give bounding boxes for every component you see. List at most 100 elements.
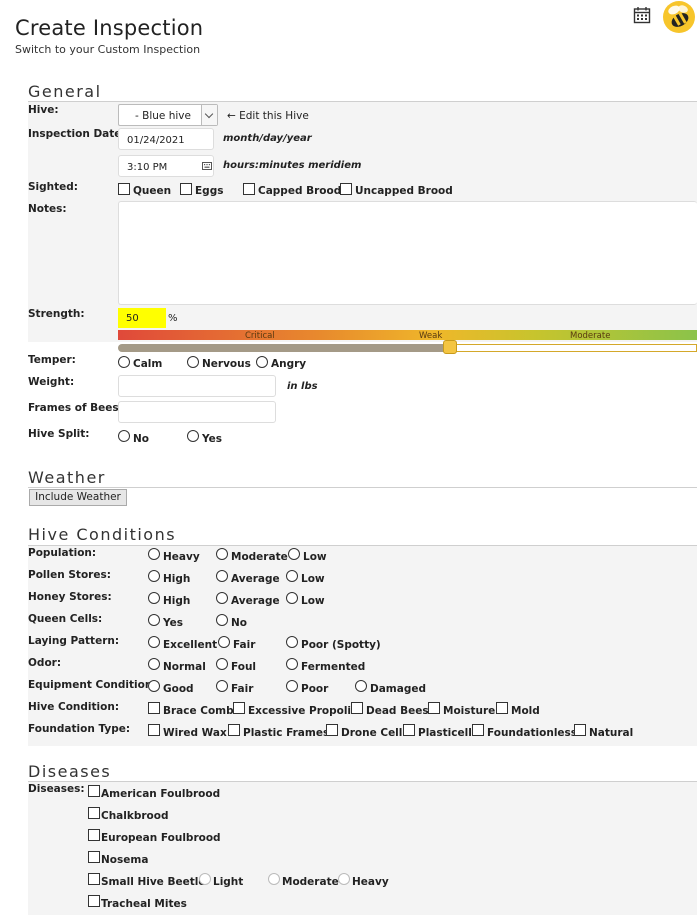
hive-condition-label: Hive Condition:: [28, 701, 120, 713]
odor-fermented-label: Fermented: [301, 661, 366, 673]
equipment-poor-radio[interactable]: [286, 680, 298, 692]
foundation-wired-wax-label: Wired Wax: [163, 727, 227, 739]
hive-select[interactable]: - Blue hive: [118, 104, 218, 126]
foundation-plastic-checkbox[interactable]: [228, 724, 240, 736]
time-hint: hours:minutes meridiem: [223, 160, 362, 171]
page-title: Create Inspection: [15, 16, 204, 40]
foundation-foundationless-checkbox[interactable]: [472, 724, 484, 736]
cond-moisture-checkbox[interactable]: [428, 702, 440, 714]
shb-heavy-radio[interactable]: [338, 873, 350, 885]
sighted-capped-label: Capped Brood: [258, 185, 342, 197]
equipment-damaged-radio[interactable]: [355, 680, 367, 692]
foundation-wired-wax-checkbox[interactable]: [148, 724, 160, 736]
strength-input[interactable]: 50: [118, 308, 166, 328]
queen-cells-label: Queen Cells:: [28, 613, 103, 625]
population-low-label: Low: [303, 551, 327, 563]
foundation-drone-cell-checkbox[interactable]: [326, 724, 338, 736]
queen-cells-yes-radio[interactable]: [148, 614, 160, 626]
date-hint: month/day/year: [223, 133, 312, 144]
pollen-low-radio[interactable]: [286, 570, 298, 582]
odor-fermented-radio[interactable]: [286, 658, 298, 670]
temper-calm-label: Calm: [133, 358, 163, 370]
temper-nervous-radio[interactable]: [187, 356, 199, 368]
laying-fair-label: Fair: [233, 639, 256, 651]
temper-label: Temper:: [28, 354, 76, 366]
hive-select-value: - Blue hive: [135, 110, 191, 122]
section-title-general: General: [28, 82, 102, 101]
hive-split-no-radio[interactable]: [118, 430, 130, 442]
foundation-plasticell-checkbox[interactable]: [403, 724, 415, 736]
hive-split-label: Hive Split:: [28, 428, 90, 440]
strength-slider-track[interactable]: [450, 344, 697, 352]
sighted-capped-checkbox[interactable]: [243, 183, 255, 195]
odor-foul-radio[interactable]: [216, 658, 228, 670]
strength-label: Strength:: [28, 308, 85, 320]
notes-label: Notes:: [28, 203, 67, 215]
cond-propolis-checkbox[interactable]: [233, 702, 245, 714]
odor-normal-radio[interactable]: [148, 658, 160, 670]
cond-moisture-label: Moisture: [443, 705, 496, 717]
odor-foul-label: Foul: [231, 661, 257, 673]
laying-excellent-radio[interactable]: [148, 636, 160, 648]
pollen-label: Pollen Stores:: [28, 569, 111, 581]
disease-shb-checkbox[interactable]: [88, 873, 100, 885]
equipment-label: Equipment Condition:: [28, 679, 157, 691]
sighted-eggs-checkbox[interactable]: [180, 183, 192, 195]
queen-cells-yes-label: Yes: [163, 617, 184, 629]
shb-moderate-radio[interactable]: [268, 873, 280, 885]
scale-critical: Critical: [245, 331, 275, 341]
equipment-fair-radio[interactable]: [216, 680, 228, 692]
equipment-good-radio[interactable]: [148, 680, 160, 692]
strength-slider-filled[interactable]: [118, 344, 450, 352]
honey-high-radio[interactable]: [148, 592, 160, 604]
hive-split-yes-radio[interactable]: [187, 430, 199, 442]
cond-mold-checkbox[interactable]: [496, 702, 508, 714]
time-input[interactable]: 3:10 PM: [118, 155, 214, 177]
sighted-uncapped-checkbox[interactable]: [340, 183, 352, 195]
shb-light-radio[interactable]: [199, 873, 211, 885]
temper-calm-radio[interactable]: [118, 356, 130, 368]
equipment-damaged-label: Damaged: [370, 683, 426, 695]
population-low-radio[interactable]: [288, 548, 300, 560]
temper-angry-radio[interactable]: [256, 356, 268, 368]
disease-tracheal-checkbox[interactable]: [88, 895, 100, 907]
bee-avatar-icon[interactable]: [661, 0, 697, 34]
frames-input[interactable]: [118, 401, 276, 423]
laying-poor-radio[interactable]: [286, 636, 298, 648]
cond-brace-comb-checkbox[interactable]: [148, 702, 160, 714]
pollen-high-label: High: [163, 573, 191, 585]
custom-inspection-link[interactable]: Switch to your Custom Inspection: [15, 43, 200, 56]
disease-afb-checkbox[interactable]: [88, 785, 100, 797]
inspection-date-label: Inspection Date:: [28, 128, 126, 140]
pollen-high-radio[interactable]: [148, 570, 160, 582]
foundation-natural-checkbox[interactable]: [574, 724, 586, 736]
weight-input[interactable]: [118, 375, 276, 397]
population-moderate-radio[interactable]: [216, 548, 228, 560]
honey-low-label: Low: [301, 595, 325, 607]
date-value: 01/24/2021: [127, 135, 185, 146]
odor-normal-label: Normal: [163, 661, 206, 673]
laying-excellent-label: Excellent: [163, 639, 218, 651]
sighted-queen-checkbox[interactable]: [118, 183, 130, 195]
equipment-good-label: Good: [163, 683, 194, 695]
weight-unit: in lbs: [287, 381, 318, 392]
laying-fair-radio[interactable]: [218, 636, 230, 648]
disease-nosema-checkbox[interactable]: [88, 851, 100, 863]
date-input[interactable]: 01/24/2021: [118, 128, 214, 150]
include-weather-button[interactable]: Include Weather: [29, 489, 127, 506]
notes-textarea[interactable]: [118, 201, 697, 305]
diseases-band: [28, 782, 697, 915]
disease-tracheal-label: Tracheal Mites: [101, 898, 187, 910]
strength-slider-handle[interactable]: [443, 340, 457, 354]
honey-low-radio[interactable]: [286, 592, 298, 604]
disease-efb-checkbox[interactable]: [88, 829, 100, 841]
queen-cells-no-label: No: [231, 617, 248, 629]
cond-dead-bees-checkbox[interactable]: [351, 702, 363, 714]
disease-chalkbrood-checkbox[interactable]: [88, 807, 100, 819]
queen-cells-no-radio[interactable]: [216, 614, 228, 626]
population-heavy-radio[interactable]: [148, 548, 160, 560]
pollen-average-radio[interactable]: [216, 570, 228, 582]
edit-hive-link[interactable]: ← Edit this Hive: [227, 110, 309, 122]
calendar-icon[interactable]: [633, 6, 651, 24]
honey-average-radio[interactable]: [216, 592, 228, 604]
